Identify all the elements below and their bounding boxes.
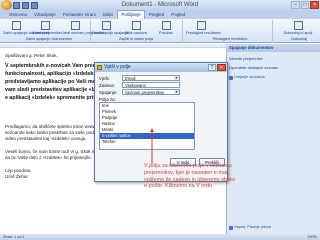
dialog-icon: [97, 65, 102, 70]
doc-line: video predstavitev kaj «Izdelek» ponuja.: [5, 136, 87, 141]
help-button[interactable]: ?: [208, 64, 216, 71]
tab-osnovno[interactable]: Osnovno: [6, 10, 30, 19]
to-select[interactable]: Email ▾: [122, 75, 180, 81]
tab-sklici[interactable]: Sklici: [100, 10, 117, 19]
pane-section-heading: Izberite prejemnike: [229, 56, 263, 61]
window-title: Dokument1 - Microsoft Word: [121, 2, 199, 8]
minimize-button[interactable]: –: [291, 1, 300, 9]
mail-merge-pane: [226, 44, 320, 234]
field-label-to: Vpiši:: [99, 76, 110, 81]
edit-list-icon: [229, 76, 233, 80]
ribbon-group-label: Zapiši in vstavi polja: [119, 37, 153, 41]
pane-link-next[interactable]: Naprej: Pisanje pisma: [234, 225, 271, 229]
finish-icon: [293, 21, 303, 30]
greeting-line-button[interactable]: Pozdrav: [152, 21, 180, 35]
edit-list-icon: [70, 21, 80, 30]
tab-postavitev[interactable]: Postavitev strani: [60, 10, 99, 19]
arrow-right-icon: [229, 226, 233, 230]
page-indicator: Stran: 1 od 1: [3, 235, 25, 239]
tab-pregled[interactable]: Pregled: [146, 10, 168, 19]
maximize-button[interactable]: □: [300, 1, 310, 9]
address-block-button[interactable]: Blok naslova: [122, 21, 150, 35]
chevron-down-icon: ▾: [174, 89, 179, 94]
ribbon-group-label: Začni spajanje dokumentov: [25, 37, 73, 41]
list-item[interactable]: Telefon: [100, 139, 194, 145]
callout-line: vpišemo še zadevo in izberemo obliko: [144, 176, 236, 183]
start-merge-button[interactable]: Začni spajanje dokumentov: [3, 21, 49, 35]
chevron-down-icon: ▾: [174, 75, 179, 80]
tab-vstavljanje[interactable]: Vstavljanje: [31, 10, 59, 19]
zoom-level[interactable]: 100%: [307, 234, 317, 240]
field-label-format: Spajanje:: [99, 90, 118, 95]
ribbon-tabs: Osnovno Vstavljanje Postavitev strani Sk…: [0, 10, 320, 19]
window-controls: – □ ×: [291, 1, 320, 9]
doc-line: Uroš Žehar: [5, 174, 28, 179]
subject-input[interactable]: Vsebovano: [122, 82, 180, 88]
doc-line: Spoštovani g. Peter Skok,: [5, 53, 58, 58]
edit-recipients-button[interactable]: Uredi seznam prejemnikov: [61, 21, 106, 35]
close-dialog-button[interactable]: ×: [217, 64, 226, 71]
callout-line: e-pošte. Kliknemo na V redu: [144, 183, 213, 190]
callout-line: prejemnikov, kjer je naveden e-mail,: [144, 169, 230, 176]
preview-icon: [196, 21, 206, 30]
ribbon-group-label: Predogled rezultatov: [212, 37, 248, 41]
close-window-button[interactable]: ×: [310, 1, 320, 9]
preview-results-button[interactable]: Predogled rezultatov: [186, 21, 221, 35]
callout-line: V polju za izberemo polje v seznamu: [144, 163, 232, 169]
finish-merge-button[interactable]: Dokončaj in spoji: [280, 21, 316, 35]
recipients-icon: [40, 21, 50, 30]
address-icon: [131, 21, 141, 30]
field-label-subject: Zadeva:: [99, 83, 115, 88]
highlight-icon: [101, 21, 111, 30]
pane-link-edit[interactable]: Urejanje seznama: [234, 75, 265, 79]
status-bar: Stran: 1 od 1: [0, 234, 320, 240]
tab-pogled[interactable]: Pogled: [168, 10, 188, 19]
pane-option[interactable]: Uporabite obstoječi seznam: [229, 65, 278, 70]
merge-icon: [11, 21, 21, 30]
select-recipients-button[interactable]: Izberi prejemnike: [32, 21, 61, 35]
callout-note: V polju za izberemo polje v seznamu prej…: [144, 163, 254, 197]
pane-title: Spajanje dokumentov: [226, 44, 320, 52]
greeting-icon: [161, 21, 171, 30]
callout-arrow: [150, 128, 154, 164]
tab-posiljanje[interactable]: Pošiljanje: [117, 10, 145, 19]
ribbon-group-label: Dokončaj: [291, 37, 307, 41]
doc-line: e aplikacij «Izdelek» spremenite priročn…: [5, 95, 109, 101]
doc-line: da bo Vaše delo z «Izdelek» še prijetnej…: [5, 155, 92, 160]
format-select[interactable]: Seznam prejemnikov ▾: [122, 89, 180, 95]
ruler: [0, 44, 226, 48]
highlight-fields-button[interactable]: Označi polja spajanja: [92, 21, 128, 35]
